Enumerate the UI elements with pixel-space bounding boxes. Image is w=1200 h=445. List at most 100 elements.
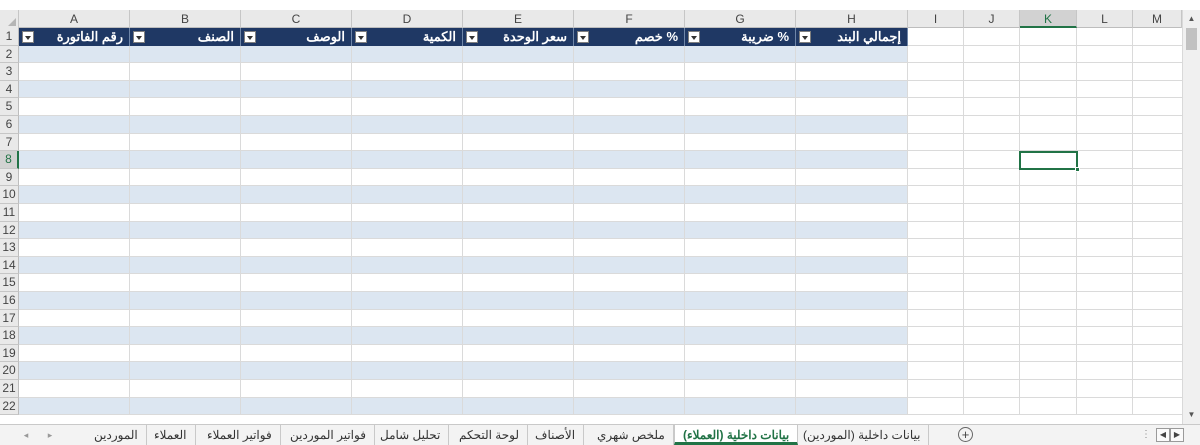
filter-dropdown-icon[interactable]	[133, 31, 145, 43]
hscroll-left-icon[interactable]: ◀	[1156, 428, 1170, 442]
row-header-9[interactable]: 9	[0, 168, 19, 187]
select-all-corner[interactable]	[0, 10, 19, 28]
table-row[interactable]	[19, 309, 908, 328]
table-header-cell[interactable]: سعر الوحدة	[463, 28, 574, 46]
row-header-6[interactable]: 6	[0, 116, 19, 134]
row-header-21[interactable]: 21	[0, 380, 19, 398]
row-header-11[interactable]: 11	[0, 204, 19, 222]
sheet-tab[interactable]: بيانات داخلية (الموردين)	[795, 425, 930, 445]
table-row[interactable]	[19, 362, 908, 380]
table-row[interactable]	[19, 186, 908, 204]
row-header-20[interactable]: 20	[0, 362, 19, 380]
table-row[interactable]	[19, 380, 908, 398]
filter-dropdown-icon[interactable]	[688, 31, 700, 43]
more-dots-icon[interactable]: ⋮	[1141, 427, 1151, 443]
filter-dropdown-icon[interactable]	[466, 31, 478, 43]
selected-cell[interactable]	[1019, 151, 1080, 172]
table-row[interactable]	[19, 98, 908, 116]
sheet-tab[interactable]: العملاء	[146, 425, 196, 445]
table-row[interactable]	[19, 133, 908, 152]
vertical-scrollbar[interactable]: ▲ ▼	[1182, 10, 1200, 424]
row-header-1[interactable]: 1	[0, 28, 19, 46]
table-header-cell[interactable]: إجمالي البند	[796, 28, 908, 46]
row-header-8[interactable]: 8	[0, 151, 19, 169]
spreadsheet-grid[interactable]: رقم الفاتورة الصنف الوصف الكمية سعر الوحدة خص…	[19, 28, 1182, 415]
table-row[interactable]	[19, 239, 908, 257]
column-header-f[interactable]: F	[574, 10, 685, 28]
filter-dropdown-icon[interactable]	[244, 31, 256, 43]
row-header-5[interactable]: 5	[0, 98, 19, 116]
row-header-15[interactable]: 15	[0, 274, 19, 292]
table-header-cell[interactable]: الوصف	[241, 28, 352, 46]
row-header-12[interactable]: 12	[0, 221, 19, 240]
table-row[interactable]	[19, 344, 908, 363]
sheet-tab[interactable]: بيانات داخلية (العملاء)	[674, 425, 799, 445]
column-gridline	[573, 28, 574, 415]
column-header-j[interactable]: J	[964, 10, 1020, 28]
table-row[interactable]	[19, 151, 908, 169]
column-header-g[interactable]: G	[685, 10, 796, 28]
row-header-18[interactable]: 18	[0, 327, 19, 345]
table-row[interactable]	[19, 204, 908, 222]
table-header-cell[interactable]: خصم %	[574, 28, 685, 46]
table-header-cell[interactable]: الكمية	[352, 28, 463, 46]
row-header-22[interactable]: 22	[0, 397, 19, 416]
filter-dropdown-icon[interactable]	[22, 31, 34, 43]
table-row[interactable]	[19, 63, 908, 81]
column-header-b[interactable]: B	[130, 10, 241, 28]
table-row[interactable]	[19, 256, 908, 275]
column-header-h[interactable]: H	[796, 10, 908, 28]
table-row[interactable]	[19, 45, 908, 64]
row-gridline	[19, 326, 1182, 328]
filter-dropdown-icon[interactable]	[799, 31, 811, 43]
row-header-19[interactable]: 19	[0, 344, 19, 363]
column-gridline	[907, 28, 908, 415]
row-header-10[interactable]: 10	[0, 186, 19, 204]
table-row[interactable]	[19, 116, 908, 134]
sheet-tab[interactable]: فواتير الموردين	[282, 425, 375, 445]
fill-handle[interactable]	[1075, 167, 1080, 172]
filter-dropdown-icon[interactable]	[355, 31, 367, 43]
sheet-tab[interactable]: تحليل شامل	[372, 425, 450, 445]
column-header-m[interactable]: M	[1133, 10, 1182, 28]
tab-scroll-right-icon[interactable]: ▸	[44, 428, 56, 442]
table-row[interactable]	[19, 274, 908, 292]
column-header-a[interactable]: A	[19, 10, 130, 28]
hscroll-right-icon[interactable]: ▶	[1170, 428, 1184, 442]
table-header-cell[interactable]: ضريبة %	[685, 28, 796, 46]
sheet-tab-bar: ◂ ▸ الموردين العملاء فواتير العملاء فواتير …	[0, 424, 1200, 445]
scroll-up-icon[interactable]: ▲	[1185, 12, 1198, 26]
scroll-down-icon[interactable]: ▼	[1185, 408, 1198, 422]
row-header-7[interactable]: 7	[0, 133, 19, 152]
table-header-cell[interactable]: رقم الفاتورة	[19, 28, 130, 46]
table-row[interactable]	[19, 292, 908, 310]
table-row[interactable]	[19, 397, 908, 415]
filter-dropdown-icon[interactable]	[577, 31, 589, 43]
column-header-i[interactable]: I	[908, 10, 964, 28]
add-sheet-icon[interactable]: +	[958, 427, 973, 442]
row-header-13[interactable]: 13	[0, 239, 19, 257]
tab-scroll-left-icon[interactable]: ◂	[20, 428, 32, 442]
table-row[interactable]	[19, 327, 908, 345]
row-header-14[interactable]: 14	[0, 256, 19, 275]
sheet-tab[interactable]: الموردين	[86, 425, 147, 445]
row-header-4[interactable]: 4	[0, 80, 19, 99]
scroll-thumb[interactable]	[1186, 28, 1197, 50]
column-header-e[interactable]: E	[463, 10, 574, 28]
row-header-2[interactable]: 2	[0, 45, 19, 64]
sheet-tab[interactable]: ملخص شهري	[589, 425, 674, 445]
column-header-c[interactable]: C	[241, 10, 352, 28]
column-header-d[interactable]: D	[352, 10, 463, 28]
row-header-17[interactable]: 17	[0, 309, 19, 328]
row-header-3[interactable]: 3	[0, 63, 19, 81]
table-row[interactable]	[19, 221, 908, 240]
table-header-cell[interactable]: الصنف	[130, 28, 241, 46]
row-header-16[interactable]: 16	[0, 292, 19, 310]
table-row[interactable]	[19, 168, 908, 187]
sheet-tab[interactable]: لوحة التحكم	[451, 425, 529, 445]
table-row[interactable]	[19, 80, 908, 99]
column-header-l[interactable]: L	[1077, 10, 1133, 28]
sheet-tab[interactable]: فواتير العملاء	[199, 425, 281, 445]
column-header-k[interactable]: K	[1020, 10, 1077, 28]
sheet-tab[interactable]: الأصناف	[527, 425, 585, 445]
